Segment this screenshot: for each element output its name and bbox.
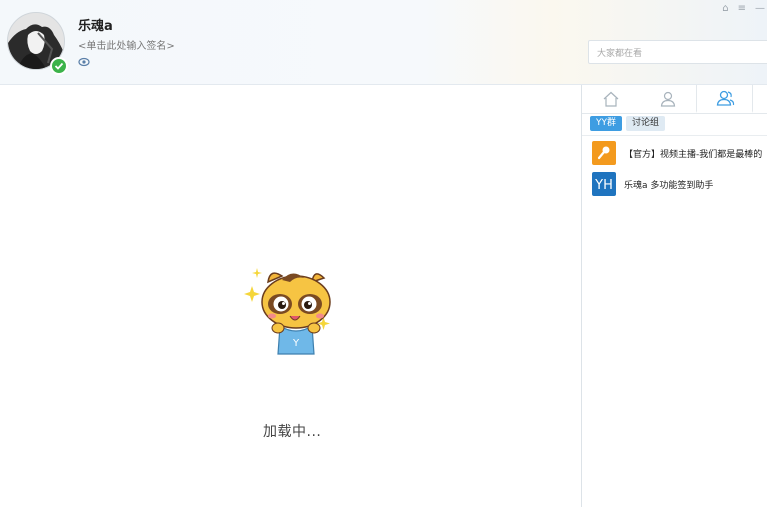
home-icon — [603, 91, 618, 107]
window-controls: ⌂ ≡ — — [722, 3, 765, 15]
loading-mascot-icon: Y — [244, 268, 331, 355]
list-item[interactable]: YH 乐魂a 多功能签到助手 — [592, 172, 713, 196]
eye-icon[interactable] — [78, 57, 90, 67]
minimize-button[interactable]: — — [755, 3, 765, 15]
user-nickname[interactable]: 乐魂a — [78, 15, 113, 34]
tab-groups[interactable] — [696, 85, 753, 113]
group-name: 乐魂a 多功能签到助手 — [624, 180, 714, 191]
tab-contacts[interactable] — [639, 85, 696, 113]
online-status-icon — [50, 57, 68, 75]
group-type-tabs: YY群 讨论组 — [590, 116, 666, 131]
group-icon — [716, 90, 734, 106]
loading-text: 加载中... — [263, 424, 322, 440]
profile-header: 乐魂a <单击此处输入签名> ⌂ ≡ — — [0, 0, 767, 85]
content-area: Y 加载中... — [0, 85, 581, 507]
svg-text:YH: YH — [594, 178, 613, 192]
group-name: 【官方】视频主播-我们都是最棒的 — [624, 149, 763, 160]
search-box[interactable] — [588, 40, 767, 65]
panel-tabs — [582, 85, 767, 114]
skin-button[interactable]: ⌂ — [722, 3, 728, 15]
yh-logo-icon: YH — [592, 172, 616, 196]
divider — [582, 135, 767, 136]
person-icon — [660, 91, 675, 107]
subtab-discussions[interactable]: 讨论组 — [626, 116, 666, 131]
search-input[interactable] — [595, 43, 767, 65]
side-panel: YY群 讨论组 【官方】视频主播-我们都是最棒的 YH 乐魂a 多功能签到助手 — [581, 85, 767, 507]
microphone-icon — [592, 141, 616, 165]
svg-text:Y: Y — [292, 338, 300, 349]
subtab-yy-groups[interactable]: YY群 — [590, 116, 622, 131]
tab-home[interactable] — [582, 85, 639, 113]
list-item[interactable]: 【官方】视频主播-我们都是最棒的 — [592, 141, 762, 165]
menu-button[interactable]: ≡ — [738, 3, 746, 15]
signature-input[interactable]: <单击此处输入签名> — [78, 37, 175, 52]
